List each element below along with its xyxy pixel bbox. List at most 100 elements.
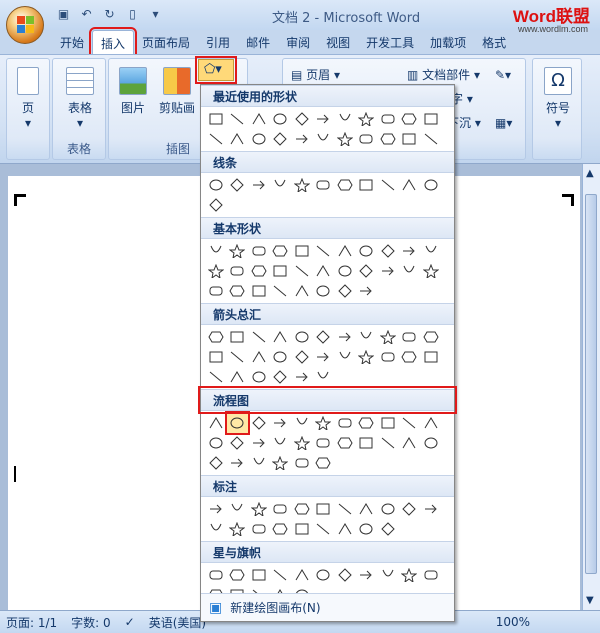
vertical-scrollbar[interactable]: ▲ ▼ — [582, 164, 600, 610]
shape-item[interactable] — [313, 367, 335, 387]
shape-item[interactable] — [334, 281, 356, 301]
shape-item[interactable] — [248, 129, 270, 149]
shape-item[interactable] — [291, 433, 313, 453]
save-icon[interactable]: ▣ — [55, 6, 72, 22]
shape-item[interactable] — [270, 175, 292, 195]
shape-item[interactable] — [270, 367, 292, 387]
shape-item[interactable] — [399, 261, 421, 281]
shape-item[interactable] — [420, 413, 442, 433]
shape-item[interactable] — [420, 129, 442, 149]
shape-item[interactable] — [356, 433, 378, 453]
shape-item[interactable] — [205, 175, 227, 195]
word-count[interactable]: 字数: 0 — [71, 614, 111, 631]
shape-item[interactable] — [248, 433, 270, 453]
shape-item[interactable] — [291, 565, 313, 585]
shape-item[interactable] — [313, 519, 335, 539]
picture-button[interactable]: 图片 — [115, 67, 151, 116]
table-button[interactable]: 表格 ▾ — [63, 67, 97, 130]
shape-item[interactable] — [356, 129, 378, 149]
scroll-down-icon[interactable]: ▼ — [586, 595, 594, 606]
shape-item[interactable] — [270, 281, 292, 301]
shape-item[interactable] — [377, 413, 399, 433]
shape-item[interactable] — [205, 281, 227, 301]
shape-item[interactable] — [420, 241, 442, 261]
proofing-icon[interactable]: ✓ — [125, 615, 135, 629]
shape-item[interactable] — [227, 281, 249, 301]
shape-item[interactable] — [291, 129, 313, 149]
signature-icon[interactable]: ✎▾ — [495, 65, 511, 85]
scroll-thumb[interactable] — [585, 194, 597, 574]
shape-item[interactable] — [356, 519, 378, 539]
shape-item[interactable] — [313, 241, 335, 261]
object-icon[interactable]: ▦▾ — [495, 113, 512, 133]
shape-item[interactable] — [227, 347, 249, 367]
shape-item[interactable] — [356, 347, 378, 367]
tab-view[interactable]: 视图 — [318, 30, 358, 54]
shape-item[interactable] — [248, 109, 270, 129]
shape-item[interactable] — [356, 413, 378, 433]
shape-item[interactable] — [313, 327, 335, 347]
clipart-button[interactable]: 剪贴画 — [155, 67, 199, 116]
shape-item[interactable] — [420, 109, 442, 129]
shape-item[interactable] — [248, 175, 270, 195]
shape-item[interactable] — [248, 327, 270, 347]
shape-item[interactable] — [377, 109, 399, 129]
shape-item[interactable] — [377, 565, 399, 585]
shape-item[interactable] — [377, 519, 399, 539]
shape-item[interactable] — [291, 261, 313, 281]
shape-item[interactable] — [334, 433, 356, 453]
shape-item[interactable] — [205, 129, 227, 149]
shape-item[interactable] — [356, 261, 378, 281]
shape-item[interactable] — [291, 519, 313, 539]
shape-item[interactable] — [270, 241, 292, 261]
shape-item[interactable] — [270, 109, 292, 129]
shape-item[interactable] — [227, 109, 249, 129]
shape-item[interactable] — [377, 433, 399, 453]
shape-item[interactable] — [205, 347, 227, 367]
shape-item[interactable] — [399, 109, 421, 129]
shape-item[interactable] — [205, 327, 227, 347]
shape-item[interactable] — [377, 347, 399, 367]
shape-item[interactable] — [227, 261, 249, 281]
shape-item[interactable] — [270, 433, 292, 453]
tab-page-layout[interactable]: 页面布局 — [134, 30, 198, 54]
shape-item[interactable] — [227, 175, 249, 195]
shape-item[interactable] — [420, 565, 442, 585]
shape-item[interactable] — [270, 261, 292, 281]
new-canvas-item[interactable]: ▣ 新建绘图画布(N) — [201, 593, 454, 621]
shape-item[interactable] — [399, 327, 421, 347]
shape-item[interactable] — [291, 453, 313, 473]
shape-item[interactable] — [399, 175, 421, 195]
docparts-button[interactable]: ▥ 文档部件 ▾ — [407, 65, 480, 85]
zoom-level[interactable]: 100% — [496, 615, 530, 629]
shape-item[interactable] — [291, 175, 313, 195]
new-doc-icon[interactable]: ▯ — [124, 6, 141, 22]
shape-item[interactable] — [227, 433, 249, 453]
shape-item[interactable] — [377, 241, 399, 261]
shape-item[interactable] — [205, 413, 227, 433]
shape-item[interactable] — [270, 565, 292, 585]
shape-item[interactable] — [334, 327, 356, 347]
tab-developer[interactable]: 开发工具 — [358, 30, 422, 54]
shape-item[interactable] — [291, 241, 313, 261]
shape-item[interactable] — [248, 261, 270, 281]
language[interactable]: 英语(美国) — [149, 614, 206, 631]
shape-item[interactable] — [248, 453, 270, 473]
shape-item[interactable] — [270, 129, 292, 149]
shape-item[interactable] — [291, 347, 313, 367]
shape-item[interactable] — [313, 129, 335, 149]
shapes-button[interactable]: ⬠▾ — [195, 56, 237, 84]
shape-item[interactable] — [248, 519, 270, 539]
shape-item[interactable] — [399, 433, 421, 453]
shape-item[interactable] — [205, 261, 227, 281]
office-button[interactable] — [6, 6, 44, 44]
shape-item[interactable] — [291, 367, 313, 387]
shape-item[interactable] — [420, 347, 442, 367]
shape-item[interactable] — [248, 347, 270, 367]
shape-item[interactable] — [248, 281, 270, 301]
symbol-button[interactable]: Ω 符号 ▾ — [541, 67, 575, 130]
shape-item[interactable] — [356, 109, 378, 129]
shape-item[interactable] — [356, 327, 378, 347]
shape-item[interactable] — [248, 367, 270, 387]
shape-item[interactable] — [313, 433, 335, 453]
